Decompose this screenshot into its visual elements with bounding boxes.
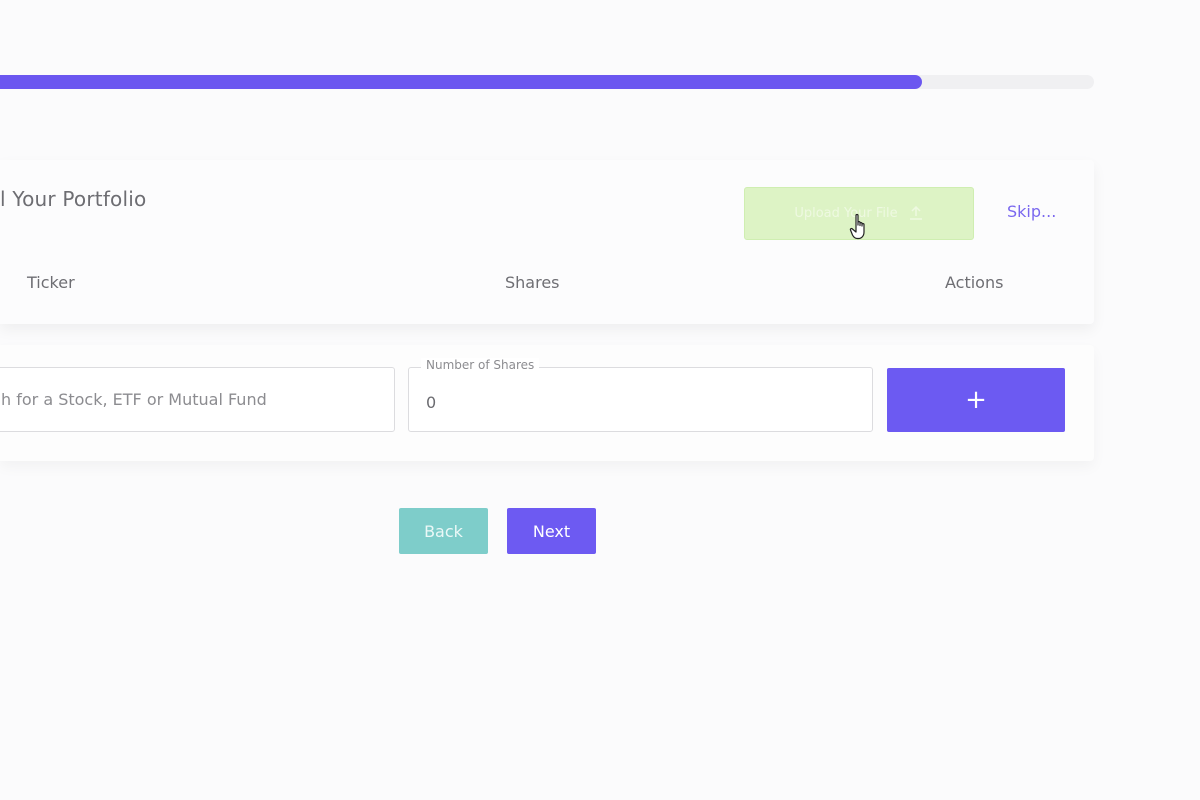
onboarding-page: l Your Portfolio Upload Your File Skip..… [0, 0, 1200, 800]
upload-icon [909, 205, 922, 220]
progress-bar [0, 75, 1094, 89]
column-header-shares: Shares [505, 273, 560, 292]
ticker-search-field [0, 367, 395, 432]
column-header-ticker: Ticker [27, 273, 75, 292]
shares-field: Number of Shares [408, 358, 873, 432]
next-button[interactable]: Next [507, 508, 596, 554]
portfolio-header-card: l Your Portfolio Upload Your File Skip..… [0, 160, 1094, 324]
plus-icon: + [965, 385, 987, 415]
page-title: l Your Portfolio [0, 187, 147, 211]
shares-input[interactable] [426, 390, 846, 414]
column-header-actions: Actions [945, 273, 1004, 292]
holding-entry-card: Number of Shares + [0, 345, 1094, 461]
hand-pointer-cursor-icon [849, 213, 865, 240]
shares-field-label: Number of Shares [421, 358, 540, 372]
ticker-search-input[interactable] [1, 368, 394, 431]
add-holding-button[interactable]: + [887, 368, 1065, 432]
skip-link[interactable]: Skip... [1007, 202, 1056, 221]
back-button[interactable]: Back [399, 508, 488, 554]
upload-file-label: Upload Your File [794, 206, 898, 221]
progress-bar-fill [0, 75, 923, 89]
